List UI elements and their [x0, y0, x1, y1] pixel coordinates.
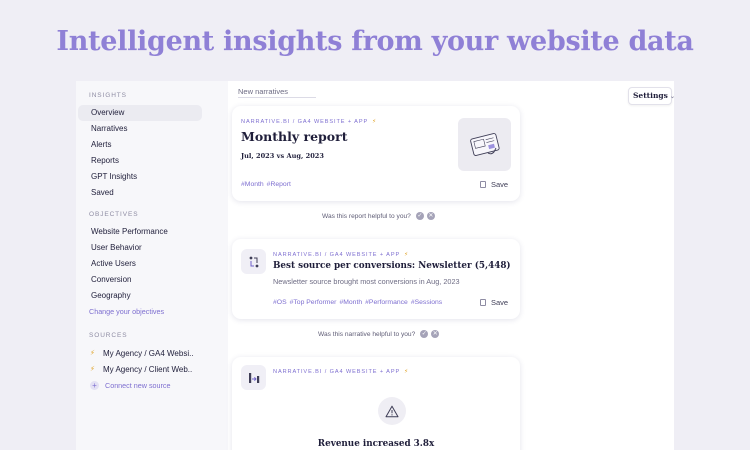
bolt-icon: ⚡	[404, 369, 409, 375]
narrative-card[interactable]: NARRATIVE.BI / GA4 WEBSITE + APP ⚡ Best s…	[232, 239, 520, 319]
settings-label: Settings	[633, 91, 668, 100]
plus-icon: +	[90, 380, 99, 390]
source-label: My Agency / GA4 Websi...	[103, 348, 193, 358]
objective-geography[interactable]: Geography	[78, 288, 202, 304]
tablet-illustration-icon	[469, 132, 500, 156]
report-illustration	[458, 118, 511, 171]
tag[interactable]: #Report	[267, 181, 291, 188]
card-source: NARRATIVE.BI / GA4 WEBSITE + APP ⚡	[273, 369, 409, 375]
save-button[interactable]: Save	[480, 180, 508, 189]
section-divider	[238, 97, 316, 98]
tag[interactable]: #OS	[273, 299, 287, 306]
tag[interactable]: #Month	[339, 299, 362, 306]
objectives-section: OBJECTIVES Website Performance User Beha…	[76, 209, 228, 320]
tag[interactable]: #Performance	[365, 299, 408, 306]
source-item[interactable]: ⚡ My Agency / GA4 Websi...	[76, 345, 228, 361]
card-subtitle: Jul, 2023 vs Aug, 2023	[241, 152, 324, 160]
revenue-card[interactable]: NARRATIVE.BI / GA4 WEBSITE + APP ⚡ Revenu…	[232, 357, 520, 450]
check-icon[interactable]: ✓	[420, 330, 429, 338]
insights-section: INSIGHTS Overview Narratives Alerts Repo…	[76, 90, 228, 201]
sidebar-item-gpt-insights[interactable]: GPT Insights	[78, 169, 202, 185]
warning-badge	[378, 397, 406, 425]
monthly-report-card[interactable]: NARRATIVE.BI / GA4 WEBSITE + APP ⚡ Monthl…	[232, 106, 520, 201]
arrows-icon	[249, 256, 258, 267]
objective-website-performance[interactable]: Website Performance	[78, 224, 202, 240]
objective-active-users[interactable]: Active Users	[78, 256, 202, 272]
chart-arrow-icon	[248, 372, 259, 383]
card-title: Monthly report	[241, 129, 348, 144]
sidebar-item-alerts[interactable]: Alerts	[78, 137, 202, 153]
sources-section: SOURCES ⚡ My Agency / GA4 Websi... ⚡ My …	[76, 330, 228, 393]
connect-source-label: Connect new source	[105, 380, 171, 390]
settings-dropdown[interactable]: Settings ⌄	[628, 87, 674, 105]
narrative-feedback: Was this narrative helpful to you? ✓ ✕	[318, 330, 440, 338]
card-tags: #Month #Report	[241, 181, 294, 188]
card-tags: #OS #Top Performer #Month #Performance #Sess…	[273, 299, 445, 306]
check-icon[interactable]: ✓	[415, 212, 424, 220]
card-source: NARRATIVE.BI / GA4 WEBSITE + APP ⚡	[241, 119, 377, 125]
bolt-icon: ⚡	[372, 119, 377, 125]
sources-heading: SOURCES	[89, 332, 128, 339]
sidebar-item-reports[interactable]: Reports	[78, 153, 202, 169]
page-headline: Intelligent insights from your website d…	[56, 26, 694, 57]
objective-user-behavior[interactable]: User Behavior	[78, 240, 202, 256]
narrative-icon-tile	[241, 249, 266, 274]
main-content: New narratives Settings ⌄ NARRATIVE.BI / …	[228, 81, 674, 450]
source-label: My Agency / Client Web...	[103, 364, 193, 374]
bookmark-icon	[480, 181, 486, 188]
section-label: New narratives	[238, 87, 289, 96]
change-objectives-link[interactable]: Change your objectives	[76, 304, 228, 320]
bolt-icon: ⚡	[404, 252, 409, 258]
bookmark-icon	[480, 299, 486, 306]
save-button[interactable]: Save	[480, 298, 508, 307]
card-description: Newsletter source brought most conversio…	[273, 277, 460, 286]
bolt-icon: ⚡	[90, 366, 95, 373]
tag[interactable]: #Sessions	[411, 299, 442, 306]
bolt-icon: ⚡	[90, 350, 95, 357]
sidebar-item-narratives[interactable]: Narratives	[78, 121, 202, 137]
report-feedback: Was this report helpful to you? ✓ ✕	[322, 212, 435, 220]
objectives-heading: OBJECTIVES	[89, 211, 139, 218]
close-icon[interactable]: ✕	[426, 212, 435, 220]
source-item[interactable]: ⚡ My Agency / Client Web...	[76, 361, 228, 377]
tag[interactable]: #Top Performer	[290, 299, 337, 306]
sidebar: INSIGHTS Overview Narratives Alerts Repo…	[76, 81, 228, 450]
chevron-down-icon: ⌄	[669, 93, 674, 100]
card-source: NARRATIVE.BI / GA4 WEBSITE + APP ⚡	[273, 252, 409, 258]
warning-icon	[385, 405, 399, 417]
close-icon[interactable]: ✕	[431, 330, 440, 338]
revenue-icon-tile	[241, 365, 266, 390]
card-title: Revenue increased 3.8x	[317, 439, 435, 449]
insights-heading: INSIGHTS	[89, 92, 127, 99]
sidebar-item-saved[interactable]: Saved	[78, 185, 202, 201]
tag[interactable]: #Month	[241, 181, 264, 188]
card-title: Best source per conversions: Newsletter …	[273, 261, 511, 271]
objective-conversion[interactable]: Conversion	[78, 272, 202, 288]
connect-source-button[interactable]: + Connect new source	[76, 377, 228, 393]
app-window: INSIGHTS Overview Narratives Alerts Repo…	[76, 81, 674, 450]
sidebar-item-overview[interactable]: Overview	[78, 105, 202, 121]
